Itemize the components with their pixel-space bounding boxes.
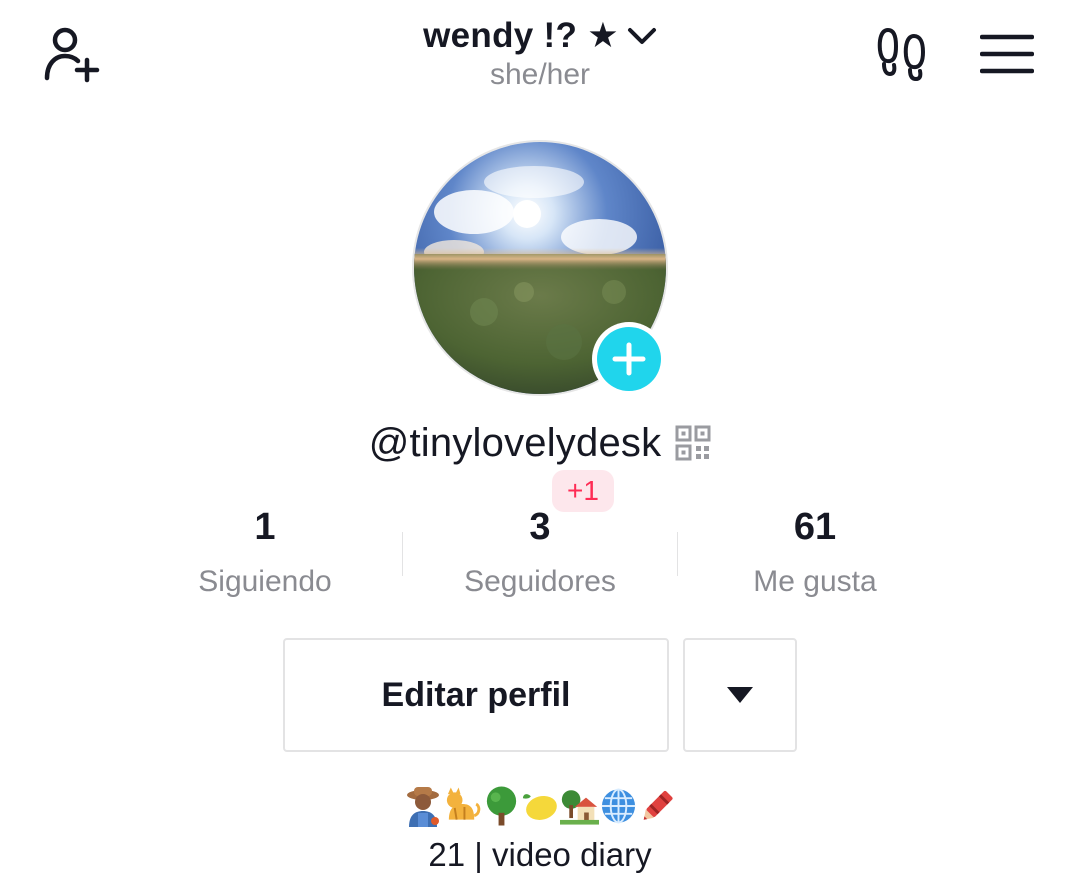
- new-followers-badge: +1: [552, 470, 614, 512]
- profile-views-button[interactable]: [866, 22, 938, 86]
- house-with-garden-emoji-icon: [559, 784, 599, 828]
- stat-divider: [677, 532, 678, 576]
- edit-profile-button[interactable]: Editar perfil: [283, 638, 669, 752]
- followers-count: 3: [529, 506, 551, 548]
- account-switcher[interactable]: wendy !? ★: [340, 14, 740, 58]
- menu-button[interactable]: [972, 26, 1042, 82]
- followers-stat[interactable]: 3 Seguidores: [405, 500, 675, 610]
- plus-icon: [612, 342, 646, 376]
- lemon-emoji-icon: [521, 784, 560, 828]
- add-friend-button[interactable]: [36, 22, 108, 88]
- username: @tinylovelydesk: [368, 420, 662, 465]
- caret-down-icon: [727, 687, 753, 703]
- farmer-emoji-icon: [404, 784, 443, 828]
- bio-emojis: [340, 782, 740, 830]
- qr-code-button[interactable]: [675, 425, 711, 461]
- globe-emoji-icon: [599, 784, 638, 828]
- hamburger-menu-icon: [980, 34, 1034, 74]
- display-name: wendy !? ★: [423, 16, 619, 55]
- pronouns: she/her: [489, 58, 591, 91]
- following-stat[interactable]: 1 Siguiendo: [130, 500, 400, 610]
- chevron-down-icon: [627, 28, 656, 44]
- tree-emoji-icon: [482, 784, 521, 828]
- add-user-icon: [44, 27, 100, 83]
- likes-count: 61: [793, 506, 837, 548]
- add-photo-button[interactable]: [592, 322, 666, 396]
- following-label: Siguiendo: [198, 565, 332, 598]
- followers-label: Seguidores: [464, 565, 616, 598]
- stat-divider: [402, 532, 403, 576]
- username-row: @tinylovelydesk: [240, 414, 840, 472]
- add-photo-circle: [597, 327, 661, 391]
- likes-label: Me gusta: [753, 565, 877, 598]
- cat-emoji-icon: [443, 784, 482, 828]
- profile-title-area: wendy !? ★ she/her: [340, 14, 740, 104]
- footprints-icon: [877, 27, 926, 82]
- qr-code-icon: [675, 425, 711, 461]
- more-options-button[interactable]: [683, 638, 797, 752]
- likes-stat[interactable]: 61 Me gusta: [680, 500, 950, 610]
- crayon-emoji-icon: [638, 784, 677, 828]
- bio-text: 21 | video diary: [428, 836, 652, 873]
- following-count: 1: [254, 506, 276, 548]
